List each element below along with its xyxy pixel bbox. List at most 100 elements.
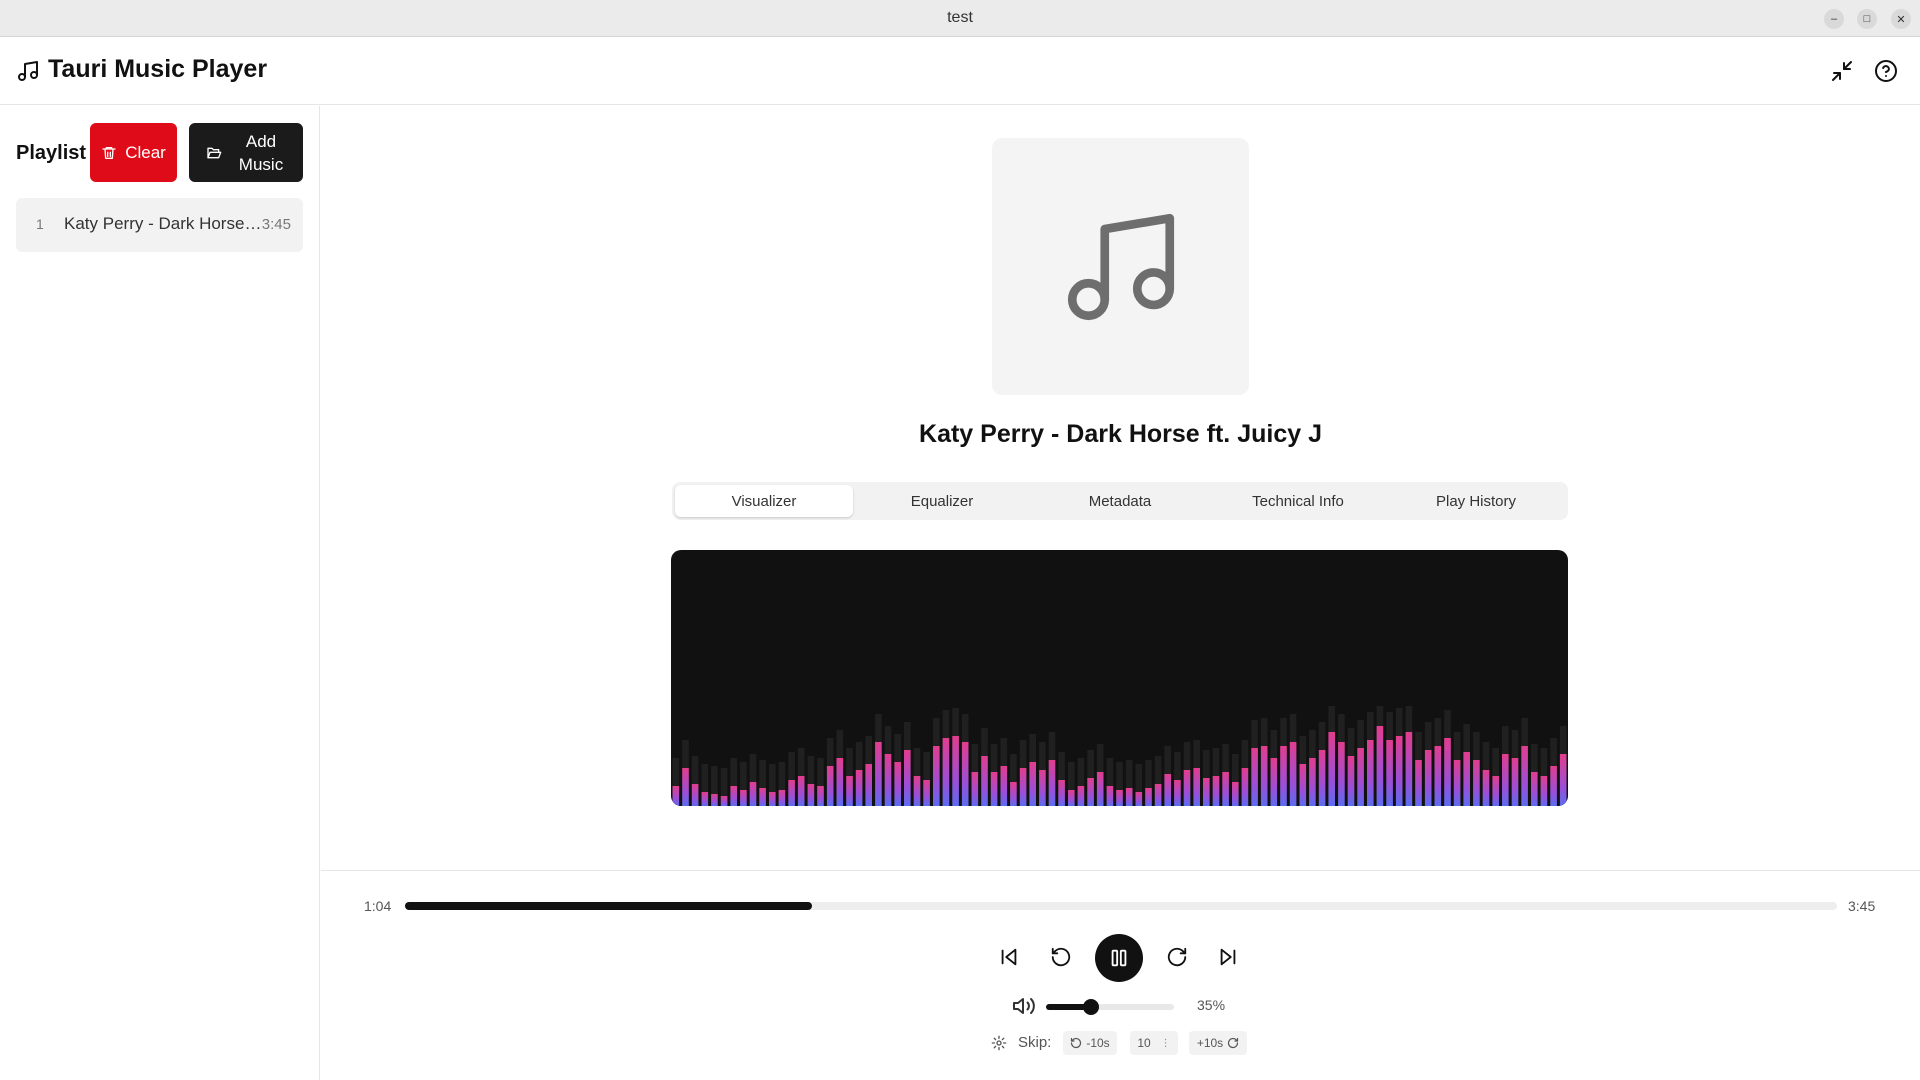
visualizer-bar	[1289, 742, 1297, 806]
progress-fill	[405, 902, 813, 910]
volume-percent: 35%	[1197, 997, 1226, 1013]
total-time: 3:45	[1848, 898, 1876, 914]
minimize-view-icon[interactable]	[1830, 59, 1854, 83]
visualizer-bar	[1511, 758, 1519, 806]
visualizer-bar	[1424, 750, 1432, 806]
visualizer-bar	[797, 776, 805, 806]
visualizer-bar	[1299, 764, 1307, 806]
visualizer-bar	[1347, 756, 1355, 806]
settings-icon[interactable]	[991, 1035, 1007, 1051]
volume-slider[interactable]	[1046, 999, 1174, 1015]
visualizer-bar	[1096, 772, 1104, 806]
minimize-icon[interactable]: –	[1824, 9, 1844, 29]
tab-play-history[interactable]: Play History	[1387, 485, 1565, 517]
tab-bar: Visualizer Equalizer Metadata Technical …	[672, 482, 1568, 520]
visualizer-bar	[817, 786, 824, 806]
visualizer-bar	[720, 796, 728, 806]
add-music-button[interactable]: Add Music	[189, 123, 303, 182]
visualizer-bar	[855, 770, 863, 806]
visualizer-bar	[942, 738, 950, 806]
visualizer-bar	[1087, 778, 1094, 806]
window-title: test	[947, 9, 973, 26]
visualizer-bar	[682, 768, 689, 806]
visualizer-bar	[1125, 788, 1133, 806]
visualizer-bar	[1068, 790, 1075, 806]
visualizer-bar	[1270, 758, 1278, 806]
rewind-button[interactable]	[1043, 939, 1079, 975]
visualizer-bar	[1453, 760, 1461, 806]
help-icon[interactable]	[1874, 59, 1898, 83]
volume-icon[interactable]	[1012, 994, 1036, 1018]
clear-button[interactable]: Clear	[90, 123, 177, 182]
volume-thumb[interactable]	[1082, 999, 1099, 1015]
skip-forward-label: +10s	[1196, 1036, 1224, 1050]
visualizer-bar	[1521, 746, 1528, 806]
skip-back-label: -10s	[1086, 1036, 1110, 1050]
skip-amount-stepper[interactable]: 10 ⋮	[1130, 1031, 1178, 1055]
visualizer-bar	[923, 780, 930, 806]
skip-forward-icon	[1220, 948, 1236, 966]
visualizer-bar	[1434, 746, 1442, 806]
next-track-button[interactable]	[1210, 939, 1246, 975]
tab-visualizer[interactable]: Visualizer	[675, 485, 853, 517]
visualizer-bar	[1260, 746, 1268, 806]
visualizer-bar	[1241, 768, 1249, 806]
visualizer-bar	[1473, 760, 1480, 806]
visualizer-bar	[1376, 726, 1384, 806]
visualizer-bar	[1502, 754, 1509, 806]
visualizer-bar	[1559, 754, 1567, 806]
visualizer-bar	[740, 790, 747, 806]
close-icon[interactable]: ✕	[1891, 9, 1911, 29]
tab-metadata[interactable]: Metadata	[1031, 485, 1209, 517]
visualizer-bar	[1463, 752, 1470, 806]
stepper-arrows-icon[interactable]: ⋮	[1161, 1038, 1171, 1049]
add-music-button-label: Add Music	[238, 131, 284, 174]
visualizer-bar	[1212, 776, 1220, 806]
visualizer-bar	[990, 772, 998, 806]
tab-equalizer[interactable]: Equalizer	[853, 485, 1031, 517]
visualizer-bar	[711, 794, 718, 806]
visualizer-bar	[1145, 788, 1152, 806]
visualizer-bar	[749, 782, 757, 806]
app-header: Tauri Music Player	[0, 37, 1920, 105]
skip-back-button[interactable]: -10s	[1063, 1031, 1117, 1055]
app-title: Tauri Music Player	[48, 55, 268, 83]
visualizer-canvas	[672, 706, 1567, 806]
visualizer-bar	[1405, 732, 1413, 806]
previous-track-button[interactable]	[991, 939, 1027, 975]
playlist-heading: Playlist	[16, 142, 87, 164]
visualizer-bar	[1309, 758, 1316, 806]
visualizer-bar	[1058, 780, 1065, 806]
visualizer-bar	[904, 750, 911, 806]
playlist-item[interactable]: 1 Katy Perry - Dark Horse ft. Juicy J 3:…	[16, 198, 303, 252]
visualizer-bar	[1357, 748, 1364, 806]
track-title: Katy Perry - Dark Horse ft. Juicy J	[64, 214, 264, 233]
visualizer-bar	[1550, 766, 1557, 806]
maximize-icon[interactable]: □	[1857, 9, 1877, 29]
tab-technical-info[interactable]: Technical Info	[1209, 485, 1387, 517]
visualizer-bar	[1444, 738, 1451, 806]
pause-button[interactable]	[1095, 934, 1143, 982]
visualizer-bar	[1492, 776, 1499, 806]
visualizer-bar	[672, 786, 680, 806]
visualizer-bar	[1232, 782, 1239, 806]
visualizer-bar	[759, 788, 766, 806]
visualizer-bar	[1328, 732, 1335, 806]
visualizer-bar	[981, 756, 988, 806]
visualizer-bar	[961, 742, 969, 806]
skip-amount-value: 10	[1137, 1036, 1151, 1050]
visualizer-bar	[1174, 780, 1181, 806]
visualizer-bar	[1531, 772, 1538, 806]
track-duration: 3:45	[261, 216, 291, 233]
fast-forward-button[interactable]	[1159, 939, 1195, 975]
skip-forward-button[interactable]: +10s	[1189, 1031, 1247, 1055]
visualizer-bar	[1203, 778, 1210, 806]
visualizer-bar	[836, 758, 844, 806]
visualizer-bar	[1540, 776, 1548, 806]
progress-bar[interactable]	[405, 902, 1837, 910]
visualizer-bar	[884, 754, 892, 806]
music-note-icon	[1067, 213, 1174, 320]
visualizer-bar	[1154, 784, 1162, 806]
visualizer-bar	[769, 792, 776, 806]
visualizer-bar	[1251, 748, 1258, 806]
